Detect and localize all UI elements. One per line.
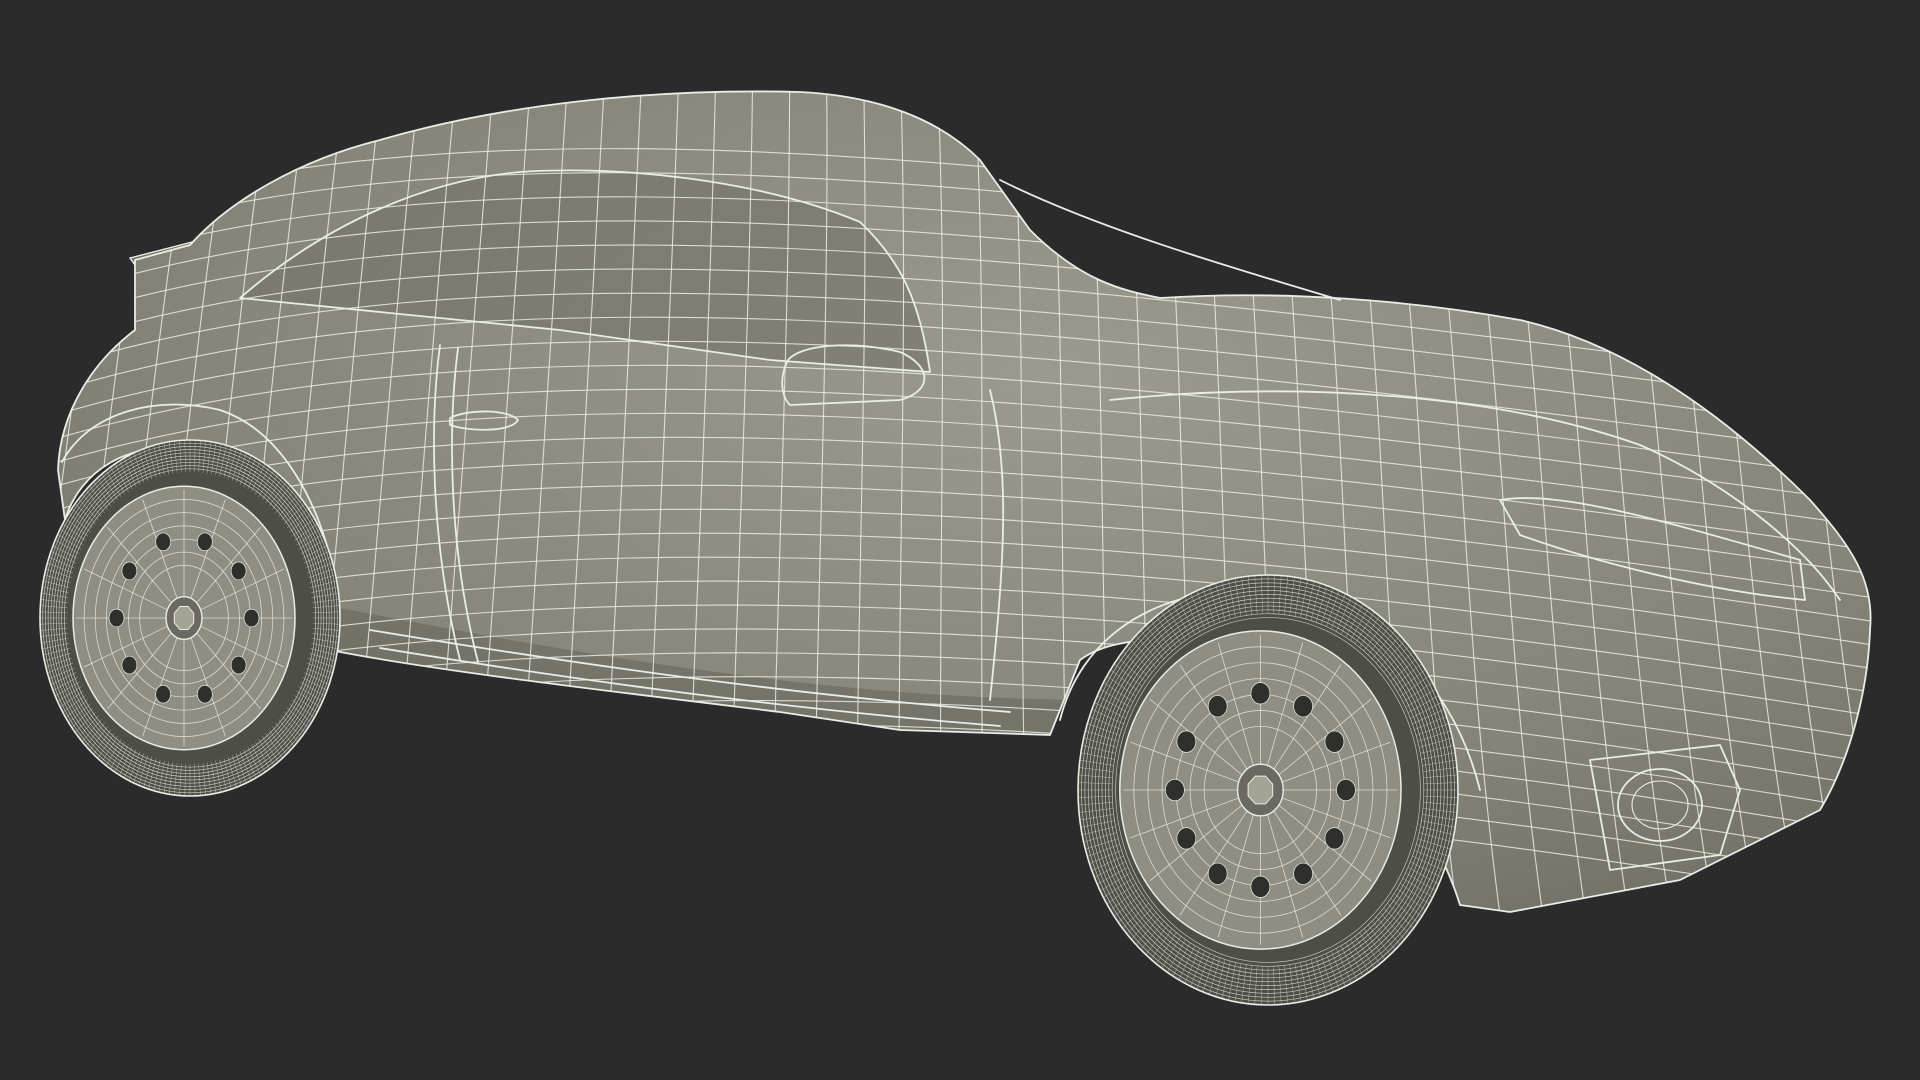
rear-wheel bbox=[39, 439, 341, 797]
render-viewport bbox=[0, 0, 1920, 1080]
front-wheel bbox=[1077, 574, 1459, 1006]
car-wireframe-render bbox=[0, 0, 1920, 1080]
